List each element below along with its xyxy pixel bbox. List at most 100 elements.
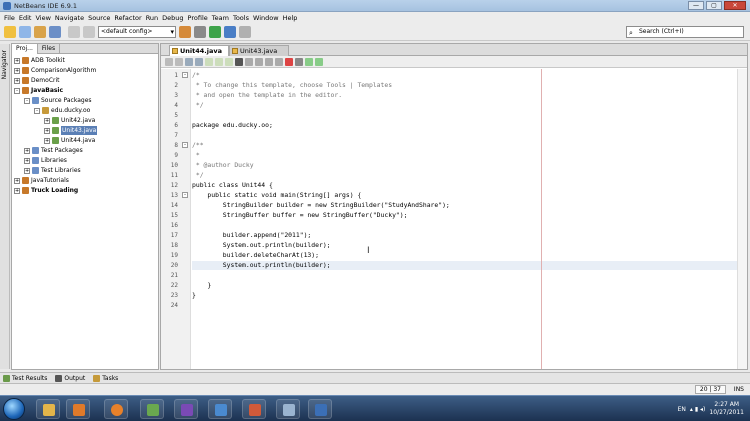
tab-unit43[interactable]: Unit43.java ✕ (229, 45, 289, 65)
language-indicator[interactable]: EN (678, 406, 686, 413)
tree-node[interactable]: + Libraries (24, 156, 67, 165)
tab-files[interactable]: Files (38, 44, 61, 54)
tree-node[interactable]: + ComparisonAlgorithm (14, 66, 96, 75)
back-icon[interactable] (185, 57, 193, 66)
tree-node[interactable]: - Source Packages (24, 96, 92, 105)
menu-edit[interactable]: Edit (17, 14, 34, 22)
tree-node[interactable]: + Unit42.java (44, 116, 95, 125)
expand-icon[interactable]: + (14, 57, 20, 64)
shift-left-icon[interactable] (245, 57, 253, 66)
code-line[interactable]: package edu.ducky.oo; (192, 121, 273, 130)
code-line[interactable]: builder.deleteCharAt(13); (192, 251, 319, 260)
code-line[interactable]: } (192, 281, 211, 290)
build-icon[interactable] (194, 25, 206, 38)
collapse-icon[interactable]: - (14, 87, 20, 94)
maximize-button[interactable]: ▢ (706, 1, 722, 10)
tree-node[interactable]: + Truck Loading (14, 186, 78, 195)
taskbar-folder[interactable] (36, 399, 60, 419)
menu-window[interactable]: Window (251, 14, 281, 22)
menu-help[interactable]: Help (281, 14, 300, 22)
comment-icon[interactable] (305, 57, 313, 66)
taskbar-media[interactable] (66, 399, 90, 419)
menu-run[interactable]: Run (144, 14, 160, 22)
taskbar-windows[interactable] (208, 399, 232, 419)
save-all-icon[interactable] (49, 25, 61, 38)
fold-toggle-icon[interactable]: - (182, 72, 188, 78)
redo-icon[interactable] (83, 25, 95, 38)
tree-node[interactable]: + JavaTutorials (14, 176, 69, 185)
tree-node[interactable]: + Unit44.java (44, 136, 95, 145)
code-line[interactable]: */ (192, 101, 204, 110)
code-line[interactable]: System.out.println(builder); (192, 261, 747, 270)
open-project-icon[interactable] (34, 25, 46, 38)
code-line[interactable]: StringBuilder builder = new StringBuilde… (192, 201, 450, 210)
tree-node[interactable]: + ADB Toolkit (14, 56, 65, 65)
tab-tasks[interactable]: Tasks (93, 374, 118, 382)
find-next-icon[interactable] (225, 57, 233, 66)
taskbar-netbeans[interactable] (308, 399, 332, 419)
taskbar-slides[interactable] (242, 399, 266, 419)
expand-icon[interactable]: + (44, 117, 50, 124)
search-input[interactable]: ⌕ Search (Ctrl+I) (626, 26, 744, 38)
shift-right-icon[interactable] (255, 57, 263, 66)
code-line[interactable]: System.out.println(builder); (192, 241, 331, 250)
uncomment-icon[interactable] (315, 57, 323, 66)
code-line[interactable]: * To change this template, choose Tools … (192, 81, 392, 90)
clock[interactable]: 2:27 AM 10/27/2011 (709, 401, 744, 417)
undo-icon[interactable] (68, 25, 80, 38)
fold-toggle-icon[interactable]: - (182, 142, 188, 148)
profile-icon[interactable] (239, 25, 251, 38)
expand-icon[interactable]: + (14, 77, 20, 84)
fold-toggle-icon[interactable]: - (182, 192, 188, 198)
new-project-icon[interactable] (19, 25, 31, 38)
taskbar-box[interactable] (276, 399, 300, 419)
find-icon[interactable] (205, 57, 213, 66)
code-line[interactable]: builder.append("2011"); (192, 231, 312, 240)
code-line[interactable]: */ (192, 171, 204, 180)
code-line[interactable]: public static void main(String[] args) { (192, 191, 361, 200)
expand-icon[interactable]: + (24, 157, 30, 164)
code-line[interactable]: } (192, 291, 196, 300)
expand-icon[interactable]: + (44, 127, 50, 134)
stop-macro-icon[interactable] (295, 57, 303, 66)
code-area[interactable]: /* * To change this template, choose Too… (192, 69, 747, 369)
tab-output[interactable]: Output (55, 374, 85, 382)
clean-build-icon[interactable] (179, 25, 191, 38)
code-line[interactable]: StringBuffer buffer = new StringBuffer("… (192, 211, 408, 220)
debug-icon[interactable] (224, 25, 236, 38)
tree-node[interactable]: + Test Packages (24, 146, 83, 155)
tree-node[interactable]: + Test Libraries (24, 166, 81, 175)
tree-node[interactable]: + DemoCrit (14, 76, 60, 85)
expand-icon[interactable]: + (14, 187, 20, 194)
forward-icon[interactable] (195, 57, 203, 66)
record-macro-icon[interactable] (285, 57, 293, 66)
config-select[interactable]: <default config> (98, 25, 176, 38)
start-button[interactable] (3, 398, 25, 420)
expand-icon[interactable]: + (24, 167, 30, 174)
taskbar-paint[interactable] (140, 399, 164, 419)
code-line[interactable]: * @author Ducky (192, 161, 254, 170)
menu-team[interactable]: Team (210, 14, 231, 22)
code-line[interactable]: * (192, 151, 200, 160)
history-view-icon[interactable] (175, 57, 183, 66)
find-prev-icon[interactable] (215, 57, 223, 66)
minimize-button[interactable]: — (688, 1, 704, 10)
menu-file[interactable]: File (2, 14, 17, 22)
toggle-highlight-icon[interactable] (235, 57, 243, 66)
taskbar-firefox[interactable] (104, 399, 128, 419)
menu-debug[interactable]: Debug (160, 14, 185, 22)
menu-source[interactable]: Source (86, 14, 112, 22)
menu-profile[interactable]: Profile (186, 14, 210, 22)
new-file-icon[interactable] (4, 25, 16, 38)
navigator-tab[interactable]: Navigator (1, 50, 8, 79)
code-line[interactable]: /** (192, 141, 204, 150)
bookmark-icon[interactable] (265, 57, 273, 66)
tray-icons[interactable]: ▴ ▮ ◂) (690, 406, 705, 413)
menu-refactor[interactable]: Refactor (112, 14, 143, 22)
run-icon[interactable] (209, 25, 221, 38)
tree-node[interactable]: - edu.ducky.oo (34, 106, 90, 115)
tab-projects[interactable]: Proj... (12, 44, 38, 54)
collapse-icon[interactable]: - (34, 107, 40, 114)
tab-unit44[interactable]: Unit44.java ✕ (169, 45, 229, 65)
menu-tools[interactable]: Tools (231, 14, 251, 22)
